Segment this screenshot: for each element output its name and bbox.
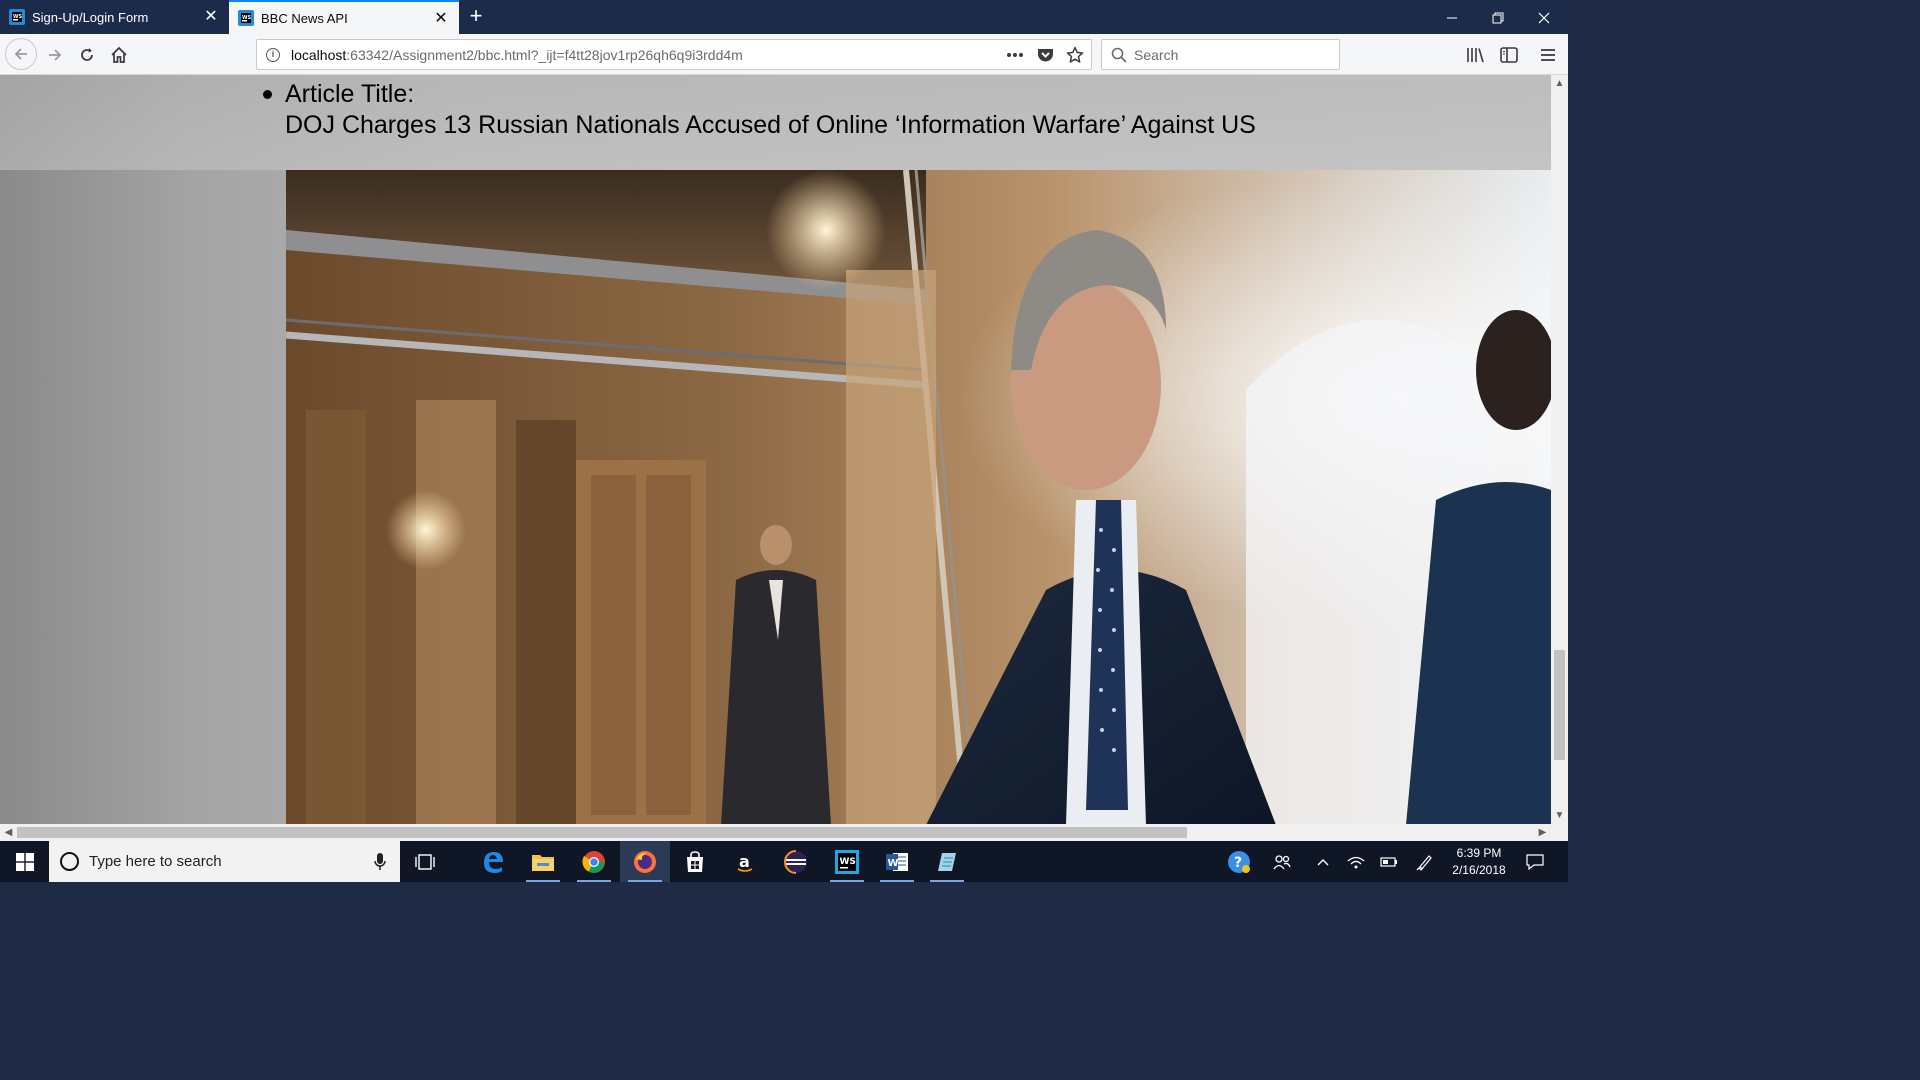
restore-button[interactable]	[1475, 0, 1521, 34]
firefox-icon[interactable]	[620, 841, 670, 882]
edge-icon[interactable]	[468, 841, 518, 882]
bookmark-star-icon[interactable]	[1065, 45, 1085, 65]
taskbar-search-placeholder: Type here to search	[89, 853, 222, 870]
tab-bbc-news-api[interactable]: WS BBC News API ✕	[229, 0, 459, 34]
svg-text:WS: WS	[242, 15, 252, 21]
pen-workspace-icon[interactable]	[1412, 841, 1438, 882]
scroll-down-arrow-icon[interactable]: ▼	[1551, 807, 1568, 824]
minimize-button[interactable]	[1429, 0, 1475, 34]
amazon-icon[interactable]: a	[720, 841, 770, 882]
action-center-icon[interactable]	[1520, 841, 1550, 882]
tab-signup-login[interactable]: WS Sign-Up/Login Form ✕	[0, 0, 229, 34]
close-window-button[interactable]	[1521, 0, 1567, 34]
microphone-icon[interactable]	[374, 853, 386, 870]
tab-title: Sign-Up/Login Form	[32, 9, 149, 25]
wifi-icon[interactable]	[1343, 841, 1369, 882]
navigation-toolbar: i localhost:63342/Assignment2/bbc.html?_…	[0, 34, 1568, 75]
system-clock[interactable]: 6:39 PM 2/16/2018	[1443, 845, 1515, 879]
file-explorer-icon[interactable]	[518, 841, 568, 882]
scrollbar-corner	[1551, 824, 1568, 841]
windows-taskbar: Type here to search a WS W ? 6:39 PM 2/1…	[0, 841, 1568, 882]
word-icon[interactable]: W	[872, 841, 922, 882]
forward-button[interactable]	[40, 40, 70, 70]
url-path: :63342/Assignment2/bbc.html?_ijt=f4tt28j…	[346, 46, 743, 63]
task-view-icon[interactable]	[400, 841, 450, 882]
back-button[interactable]	[5, 38, 37, 70]
chrome-icon[interactable]	[569, 841, 619, 882]
search-input[interactable]	[1134, 46, 1324, 63]
taskbar-search-box[interactable]: Type here to search	[49, 841, 400, 882]
site-info-icon[interactable]: i	[266, 47, 280, 62]
pocket-icon[interactable]	[1035, 45, 1055, 65]
page-actions-icon[interactable]	[1005, 45, 1025, 65]
close-tab-icon[interactable]: ✕	[203, 9, 219, 25]
reload-button[interactable]	[72, 40, 102, 70]
horizontal-scroll-thumb[interactable]	[17, 827, 1187, 838]
vertical-scroll-thumb[interactable]	[1554, 650, 1565, 760]
new-tab-button[interactable]: +	[462, 3, 490, 31]
browser-window: WS Sign-Up/Login Form ✕ WS BBC News API …	[0, 0, 1568, 882]
eclipse-icon[interactable]	[771, 841, 821, 882]
address-bar[interactable]: i localhost:63342/Assignment2/bbc.html?_…	[256, 39, 1092, 70]
home-button[interactable]	[104, 40, 134, 70]
tab-title: BBC News API	[261, 10, 348, 26]
chevron-up-icon[interactable]	[1310, 841, 1336, 882]
battery-icon[interactable]	[1376, 841, 1402, 882]
svg-text:WS: WS	[840, 857, 856, 867]
article-image	[286, 170, 1551, 824]
scroll-left-arrow-icon[interactable]: ◀	[0, 824, 17, 841]
search-bar[interactable]	[1101, 39, 1340, 70]
search-icon	[1111, 47, 1127, 63]
sidebar-toggle-icon[interactable]	[1498, 44, 1520, 66]
clock-date: 2/16/2018	[1452, 863, 1506, 877]
url-host: localhost	[291, 46, 347, 63]
svg-text:a: a	[739, 852, 750, 871]
list-bullet	[263, 90, 272, 99]
vertical-scrollbar[interactable]: ▲ ▼	[1551, 75, 1568, 824]
webstorm-favicon-icon: WS	[9, 9, 25, 25]
hamburger-menu-icon[interactable]	[1537, 44, 1559, 66]
start-button[interactable]	[0, 841, 49, 882]
webstorm-favicon-icon: WS	[238, 10, 254, 26]
close-tab-icon[interactable]: ✕	[433, 11, 449, 27]
page-content: Article Title: DOJ Charges 13 Russian Na…	[0, 75, 1551, 824]
tab-strip: WS Sign-Up/Login Form ✕ WS BBC News API …	[0, 0, 1568, 34]
scroll-right-arrow-icon[interactable]: ▶	[1534, 824, 1551, 841]
people-icon[interactable]	[1268, 841, 1296, 882]
notepad-icon[interactable]	[922, 841, 972, 882]
help-icon[interactable]: ?	[1224, 841, 1254, 882]
article-title: DOJ Charges 13 Russian Nationals Accused…	[285, 111, 1256, 139]
svg-text:WS: WS	[13, 14, 23, 20]
clock-time: 6:39 PM	[1456, 846, 1502, 860]
scroll-up-arrow-icon[interactable]: ▲	[1551, 75, 1568, 92]
webstorm-icon[interactable]: WS	[822, 841, 872, 882]
horizontal-scrollbar[interactable]: ◀ ▶	[0, 824, 1551, 841]
svg-text:W: W	[888, 858, 899, 869]
article-title-label: Article Title:	[285, 80, 415, 108]
cortana-icon	[60, 852, 79, 871]
store-icon[interactable]	[670, 841, 720, 882]
library-icon[interactable]	[1465, 44, 1487, 66]
svg-text:?: ?	[1234, 855, 1242, 871]
